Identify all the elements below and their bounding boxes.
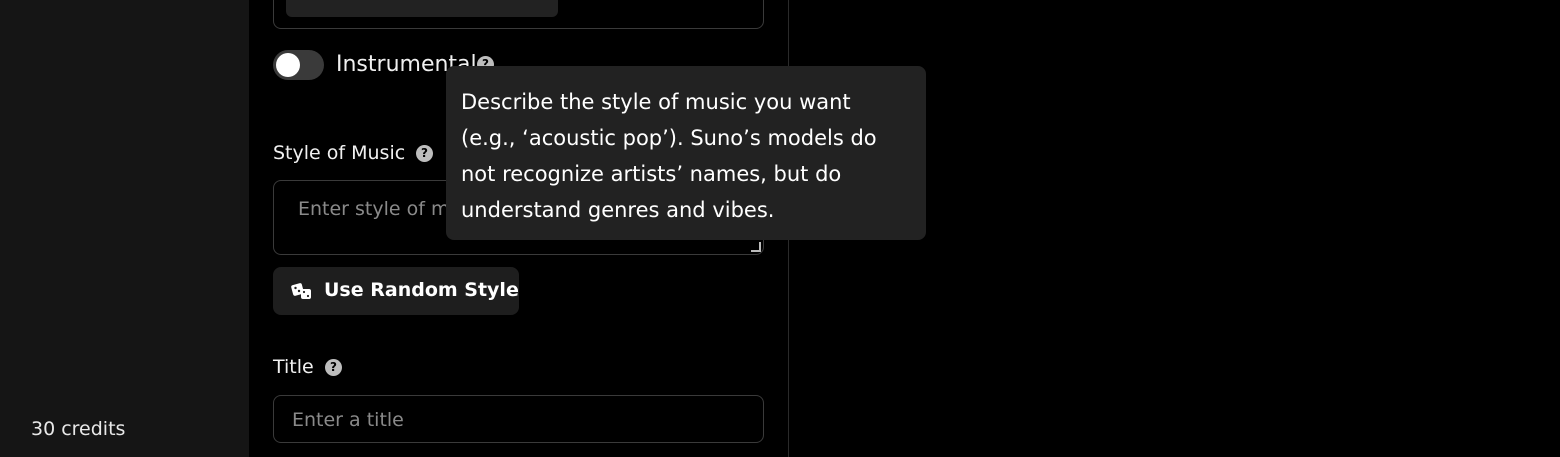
title-input[interactable]: Enter a title <box>273 395 764 443</box>
use-random-style-button[interactable]: Use Random Style <box>273 267 519 315</box>
credits-count: 30 credits <box>31 418 126 440</box>
resize-handle-icon[interactable] <box>751 242 761 252</box>
use-random-style-label: Use Random Style <box>324 279 519 301</box>
sidebar: 30 credits <box>0 0 249 457</box>
lyrics-button-glyph: ˇ <box>508 0 516 2</box>
style-help-tooltip: Describe the style of music you want (e.… <box>446 66 926 240</box>
title-label: Title <box>273 356 314 378</box>
style-input-placeholder: Enter style of mu <box>298 198 462 220</box>
lyrics-action-button[interactable]: ˇ <box>286 0 558 17</box>
style-help-icon[interactable]: ? <box>416 145 433 162</box>
instrumental-toggle[interactable] <box>273 50 324 80</box>
toggle-knob <box>276 53 300 77</box>
title-input-placeholder: Enter a title <box>292 409 404 431</box>
title-help-icon[interactable]: ? <box>325 359 342 376</box>
tooltip-text: Describe the style of music you want (e.… <box>461 90 877 222</box>
dice-icon <box>291 283 311 299</box>
lyrics-box[interactable]: ˇ <box>273 0 764 29</box>
style-of-music-label: Style of Music <box>273 142 406 164</box>
